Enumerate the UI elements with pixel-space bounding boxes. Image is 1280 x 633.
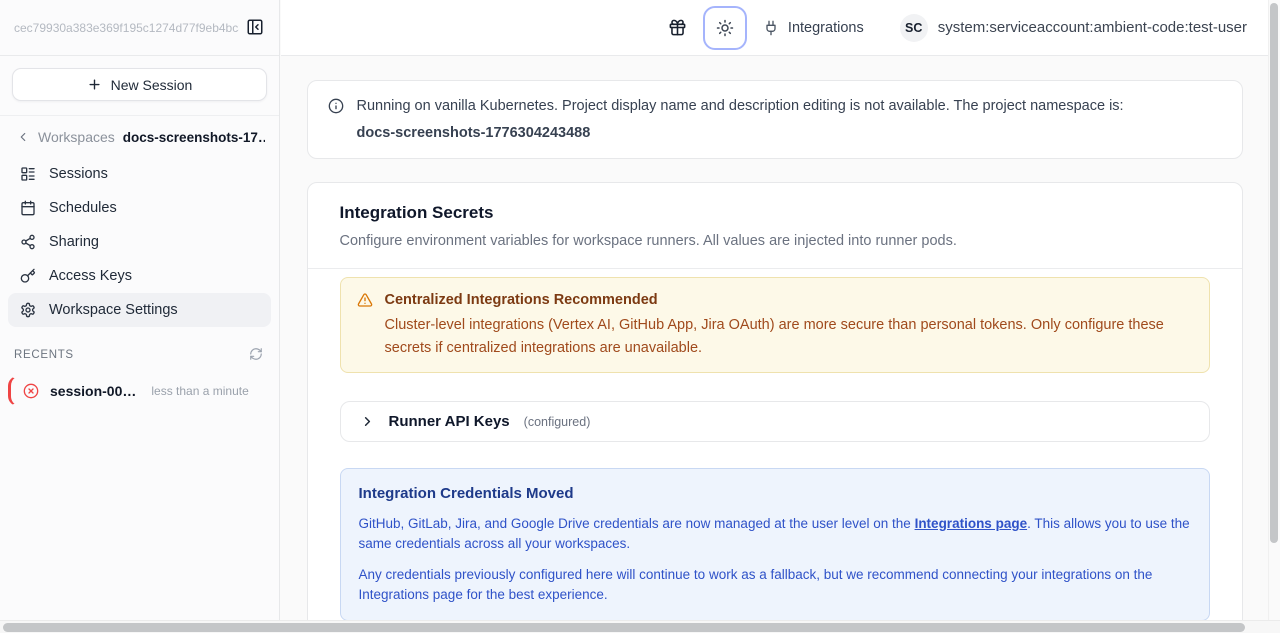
kubernetes-info-banner: Running on vanilla Kubernetes. Project d…: [307, 80, 1243, 159]
sessions-list-icon: [20, 166, 36, 182]
sun-icon: [716, 19, 734, 37]
sidebar-item-label: Workspace Settings: [49, 302, 178, 318]
recent-session-item[interactable]: session-00… less than a minute: [8, 376, 271, 406]
theme-toggle-button[interactable]: [703, 6, 747, 50]
avatar-initials: SC: [905, 21, 922, 35]
warning-body: Cluster-level integrations (Vertex AI, G…: [385, 314, 1185, 360]
card-body: Centralized Integrations Recommended Clu…: [308, 269, 1242, 633]
chevron-left-icon[interactable]: [16, 130, 30, 144]
share-icon: [20, 234, 36, 250]
whats-new-button[interactable]: [668, 18, 687, 38]
breadcrumb: Workspaces docs-screenshots-17…: [0, 116, 279, 153]
sidebar: cec79930a383e369f195c1274d77f9eb4bc3fa19…: [0, 0, 280, 620]
gear-icon: [20, 302, 36, 318]
credentials-moved-paragraph-1: GitHub, GitLab, Jira, and Google Drive c…: [359, 514, 1191, 554]
chevron-right-icon: [360, 414, 375, 429]
new-session-button[interactable]: New Session: [12, 68, 267, 101]
vertical-scrollbar-thumb[interactable]: [1270, 3, 1278, 543]
info-banner-body: Running on vanilla Kubernetes. Project d…: [357, 95, 1124, 144]
sidebar-item-label: Sessions: [49, 166, 108, 182]
key-icon: [20, 268, 36, 284]
sidebar-item-label: Access Keys: [49, 268, 132, 284]
panel-collapse-icon: [246, 18, 264, 36]
avatar[interactable]: SC: [900, 14, 928, 42]
sidebar-item-label: Sharing: [49, 234, 99, 250]
horizontal-scrollbar-thumb[interactable]: [3, 623, 1245, 632]
horizontal-scrollbar[interactable]: [0, 620, 1280, 633]
sidebar-header: cec79930a383e369f195c1274d77f9eb4bc3fa19: [0, 0, 279, 56]
integrations-page-link[interactable]: Integrations page: [915, 516, 1028, 531]
sidebar-item-label: Schedules: [49, 200, 117, 216]
paragraph-text: GitHub, GitLab, Jira, and Google Drive c…: [359, 516, 915, 531]
sidebar-item-sharing[interactable]: Sharing: [8, 225, 271, 259]
new-session-label: New Session: [111, 77, 193, 93]
card-header: Integration Secrets Configure environmen…: [308, 183, 1242, 269]
main-content: Running on vanilla Kubernetes. Project d…: [281, 56, 1268, 633]
calendar-icon: [20, 200, 36, 216]
recents-title: RECENTS: [14, 349, 74, 361]
runner-api-keys-status: (configured): [524, 415, 591, 429]
integrations-nav-link[interactable]: Integrations: [763, 20, 864, 36]
sidebar-item-workspace-settings[interactable]: Workspace Settings: [8, 293, 271, 327]
username-label: system:serviceaccount:ambient-code:test-…: [938, 19, 1247, 36]
topbar: Integrations SC system:serviceaccount:am…: [281, 0, 1268, 56]
recents-refresh-button[interactable]: [248, 347, 263, 362]
warning-title: Centralized Integrations Recommended: [385, 290, 1185, 310]
card-title: Integration Secrets: [340, 202, 1210, 223]
integration-secrets-card: Integration Secrets Configure environmen…: [307, 182, 1243, 633]
error-circle-icon: [23, 383, 39, 399]
integrations-link-label: Integrations: [788, 20, 864, 36]
new-session-section: New Session: [0, 56, 279, 116]
card-description: Configure environment variables for work…: [340, 231, 1210, 251]
workspace-hash-label: cec79930a383e369f195c1274d77f9eb4bc3fa19: [14, 21, 239, 35]
plug-icon: [763, 20, 779, 36]
info-icon: [328, 98, 344, 144]
credentials-moved-paragraph-2: Any credentials previously configured he…: [359, 565, 1191, 605]
runner-api-keys-toggle[interactable]: Runner API Keys (configured): [340, 401, 1210, 442]
vertical-scrollbar[interactable]: [1268, 0, 1280, 620]
credentials-moved-notice: Integration Credentials Moved GitHub, Gi…: [340, 468, 1210, 621]
runner-api-keys-label: Runner API Keys: [389, 413, 510, 430]
plus-icon: [87, 77, 102, 92]
warning-triangle-icon: [357, 292, 373, 360]
project-namespace: docs-screenshots-1776304243488: [357, 122, 1124, 144]
breadcrumb-current-workspace: docs-screenshots-17…: [123, 130, 265, 145]
warning-content: Centralized Integrations Recommended Clu…: [385, 290, 1185, 360]
centralized-integrations-warning: Centralized Integrations Recommended Clu…: [340, 277, 1210, 373]
recent-session-time: less than a minute: [151, 384, 248, 398]
recents-section-header: RECENTS: [0, 347, 279, 362]
gift-icon: [668, 18, 687, 37]
sidebar-item-schedules[interactable]: Schedules: [8, 191, 271, 225]
breadcrumb-workspaces-link[interactable]: Workspaces: [38, 129, 115, 145]
sidebar-item-access-keys[interactable]: Access Keys: [8, 259, 271, 293]
refresh-icon: [249, 347, 263, 361]
info-banner-text: Running on vanilla Kubernetes. Project d…: [357, 95, 1124, 117]
sidebar-item-sessions[interactable]: Sessions: [8, 157, 271, 191]
credentials-moved-title: Integration Credentials Moved: [359, 484, 1191, 503]
recent-session-name: session-00…: [50, 383, 136, 399]
sidebar-nav: Sessions Schedules Sharing Access Keys: [0, 153, 279, 327]
sidebar-collapse-button[interactable]: [245, 18, 265, 38]
